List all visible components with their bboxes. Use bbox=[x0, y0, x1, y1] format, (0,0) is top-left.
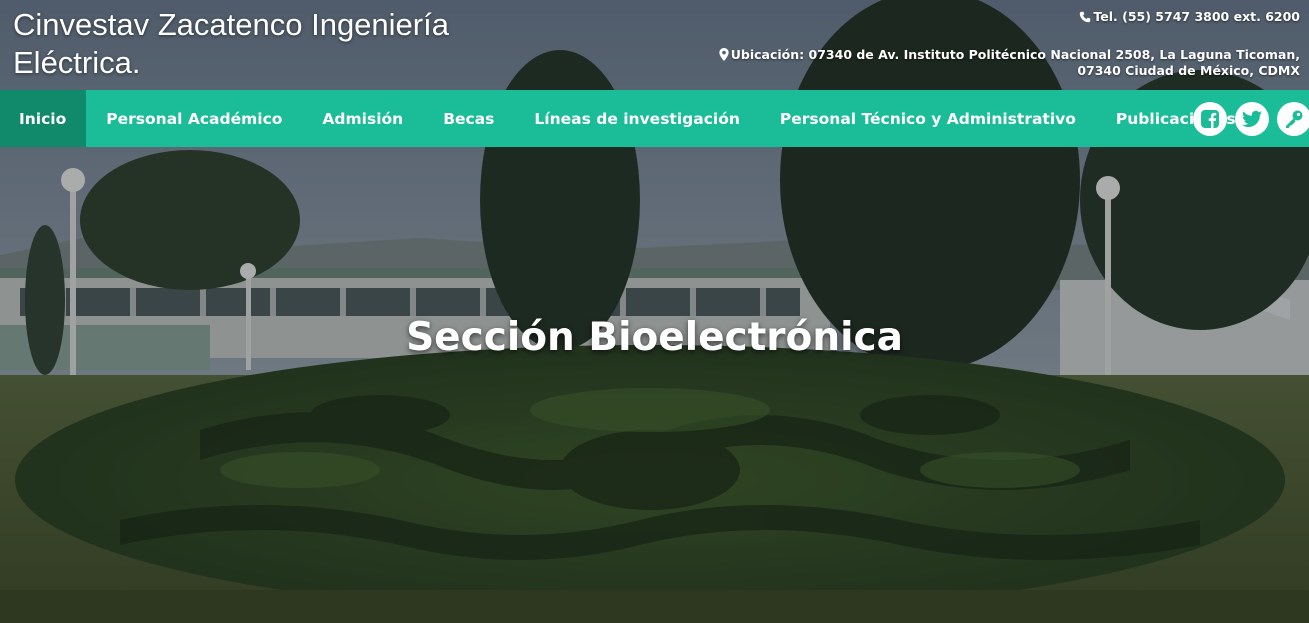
map-marker-icon bbox=[719, 48, 729, 61]
address-line-2: 07340 Ciudad de México, CDMX bbox=[1077, 63, 1300, 78]
contact-info: Tel. (55) 5747 3800 ext. 6200 Ubicación:… bbox=[660, 9, 1300, 79]
address-line-1-text: Ubicación: 07340 de Av. Instituto Polité… bbox=[730, 47, 1300, 62]
social-icons bbox=[1193, 102, 1309, 136]
phone-icon bbox=[1080, 11, 1091, 23]
nav-item-lineas-de-investigacion[interactable]: Líneas de investigación bbox=[514, 90, 759, 147]
hero-title: Sección Bioelectrónica bbox=[406, 315, 903, 360]
site-title[interactable]: Cinvestav Zacatenco Ingeniería Eléctrica… bbox=[13, 6, 573, 82]
phone-line: Tel. (55) 5747 3800 ext. 6200 bbox=[660, 9, 1300, 25]
twitter-icon bbox=[1242, 110, 1262, 127]
nav-item-personal-tecnico[interactable]: Personal Técnico y Administrativo bbox=[760, 90, 1096, 147]
twitter-button[interactable] bbox=[1235, 102, 1269, 136]
page: Cinvestav Zacatenco Ingeniería Eléctrica… bbox=[0, 0, 1309, 623]
facebook-icon bbox=[1201, 110, 1219, 128]
login-key-button[interactable] bbox=[1277, 102, 1309, 136]
nav-item-admision[interactable]: Admisión bbox=[302, 90, 423, 147]
nav-item-inicio[interactable]: Inicio bbox=[0, 90, 87, 147]
main-nav: Inicio Personal Académico Admisión Becas… bbox=[0, 90, 1309, 147]
nav-item-personal-academico[interactable]: Personal Académico bbox=[86, 90, 302, 147]
facebook-button[interactable] bbox=[1193, 102, 1227, 136]
phone-text: Tel. (55) 5747 3800 ext. 6200 bbox=[1093, 9, 1300, 24]
address: Ubicación: 07340 de Av. Instituto Polité… bbox=[660, 47, 1300, 79]
address-line-1: Ubicación: 07340 de Av. Instituto Polité… bbox=[660, 47, 1300, 63]
nav-item-becas[interactable]: Becas bbox=[423, 90, 514, 147]
key-icon bbox=[1286, 110, 1303, 128]
